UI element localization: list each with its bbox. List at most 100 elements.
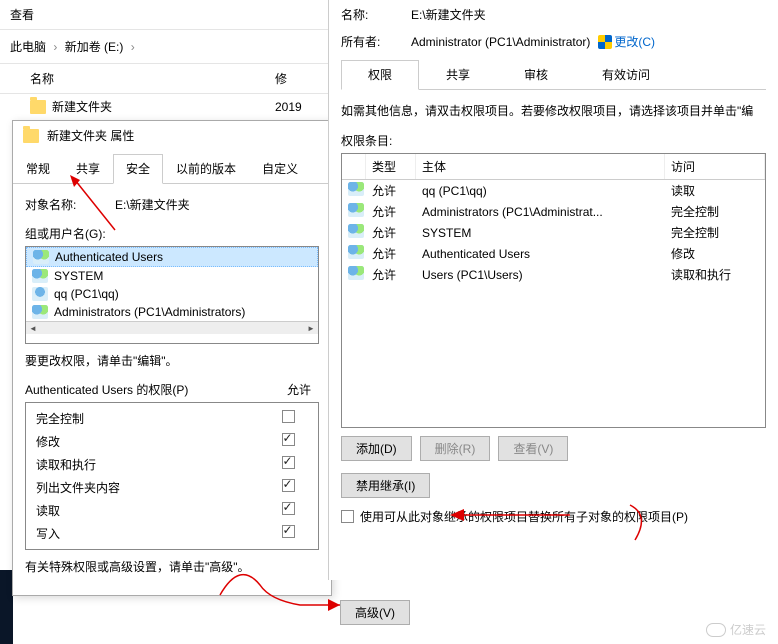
entry-access: 读取和执行 <box>665 264 765 285</box>
disable-inheritance-button[interactable]: 禁用继承(I) <box>341 473 430 498</box>
entry-type: 允许 <box>366 243 416 264</box>
col-access[interactable]: 访问 <box>665 154 765 179</box>
permission-name: 列出文件夹内容 <box>36 479 268 496</box>
col-principal[interactable]: 主体 <box>416 154 665 179</box>
permission-name: 写入 <box>36 525 268 542</box>
instruction-text: 如需其他信息，请双击权限项目。若要修改权限项目，请选择该项目并单击"编 <box>341 102 766 120</box>
permission-allow-cell <box>268 433 308 450</box>
breadcrumb[interactable]: 此电脑 › 新加卷 (E:) › <box>0 29 335 63</box>
table-row[interactable]: 允许Administrators (PC1\Administrat...完全控制 <box>342 201 765 222</box>
horizontal-scrollbar[interactable]: ◄► <box>26 321 318 334</box>
tab-previous[interactable]: 以前的版本 <box>163 154 249 183</box>
permission-entries-table[interactable]: 类型 主体 访问 允许qq (PC1\qq)读取允许Administrators… <box>341 153 766 428</box>
scroll-right-icon[interactable]: ► <box>304 324 318 333</box>
checkbox-icon <box>282 502 295 515</box>
permission-allow-cell <box>268 502 308 519</box>
col-type[interactable]: 类型 <box>366 154 416 179</box>
table-row[interactable]: 允许Authenticated Users修改 <box>342 243 765 264</box>
explorer-window: 查看 此电脑 › 新加卷 (E:) › 名称 修 新建文件夹 2019 <box>0 0 335 119</box>
properties-dialog: 新建文件夹 属性 常规 共享 安全 以前的版本 自定义 对象名称: E:\新建文… <box>12 120 332 596</box>
user-list-item[interactable]: SYSTEM <box>26 267 318 285</box>
advanced-tabs: 权限 共享 审核 有效访问 <box>341 60 766 90</box>
permissions-header-name: Authenticated Users 的权限(P) <box>25 381 279 398</box>
permission-allow-cell <box>268 479 308 496</box>
scroll-left-icon[interactable]: ◄ <box>26 324 40 333</box>
view-button[interactable]: 查看(V) <box>498 436 568 461</box>
user-list-item[interactable]: qq (PC1\qq) <box>26 285 318 303</box>
permission-row: 读取和执行 <box>36 453 308 476</box>
breadcrumb-root[interactable]: 此电脑 <box>10 40 46 54</box>
tab-audit[interactable]: 审核 <box>497 60 575 89</box>
entry-principal: Users (PC1\Users) <box>416 266 665 284</box>
group-icon <box>32 305 48 319</box>
advanced-button[interactable]: 高级(V) <box>340 600 410 625</box>
tab-permissions[interactable]: 权限 <box>341 60 419 90</box>
tab-custom[interactable]: 自定义 <box>249 154 311 183</box>
permissions-header-allow: 允许 <box>279 381 319 398</box>
object-name-value: E:\新建文件夹 <box>115 196 190 213</box>
user-icon <box>32 287 48 301</box>
permission-allow-cell <box>268 410 308 427</box>
column-name[interactable]: 名称 <box>0 70 275 87</box>
folder-date: 2019 <box>275 100 325 114</box>
entry-principal: Administrators (PC1\Administrat... <box>416 203 665 221</box>
group-icon <box>348 203 364 217</box>
replace-checkbox[interactable] <box>341 510 354 523</box>
entry-access: 修改 <box>665 243 765 264</box>
tab-effective[interactable]: 有效访问 <box>575 60 677 89</box>
group-icon <box>33 250 49 264</box>
folder-name: 新建文件夹 <box>52 98 275 115</box>
entry-type: 允许 <box>366 180 416 201</box>
cloud-icon <box>706 623 726 637</box>
dialog-titlebar[interactable]: 新建文件夹 属性 <box>13 121 331 150</box>
tab-security[interactable]: 安全 <box>113 154 163 184</box>
permission-name: 完全控制 <box>36 410 268 427</box>
folder-icon <box>30 100 46 114</box>
group-icon <box>32 269 48 283</box>
entries-label: 权限条目: <box>341 132 766 149</box>
group-icon <box>348 224 364 238</box>
chevron-right-icon: › <box>131 40 135 54</box>
users-list[interactable]: Authenticated Users SYSTEM qq (PC1\qq) Admi… <box>25 246 319 344</box>
breadcrumb-drive[interactable]: 新加卷 (E:) <box>65 40 124 54</box>
owner-label: 所有者: <box>341 33 411 50</box>
entry-principal: SYSTEM <box>416 224 665 242</box>
tab-share[interactable]: 共享 <box>63 154 113 183</box>
security-tab-content: 对象名称: E:\新建文件夹 组或用户名(G): Authenticated U… <box>13 184 331 595</box>
checkbox-icon <box>282 479 295 492</box>
advanced-security-window: 名称: E:\新建文件夹 所有者: Administrator (PC1\Adm… <box>328 0 778 580</box>
entry-access: 完全控制 <box>665 201 765 222</box>
folder-icon <box>23 129 39 143</box>
entry-type: 允许 <box>366 201 416 222</box>
table-row[interactable]: 允许qq (PC1\qq)读取 <box>342 180 765 201</box>
remove-button[interactable]: 删除(R) <box>420 436 491 461</box>
checkbox-icon <box>282 433 295 446</box>
replace-label: 使用可从此对象继承的权限项目替换所有子对象的权限项目(P) <box>360 508 688 525</box>
tab-share[interactable]: 共享 <box>419 60 497 89</box>
group-icon <box>348 266 364 280</box>
advanced-hint: 有关特殊权限或高级设置，请单击"高级"。 <box>25 558 319 575</box>
user-label: Authenticated Users <box>55 250 163 264</box>
permission-row: 完全控制 <box>36 407 308 430</box>
owner-value: Administrator (PC1\Administrator) <box>411 35 590 49</box>
table-row[interactable]: 允许Users (PC1\Users)读取和执行 <box>342 264 765 285</box>
permission-allow-cell <box>268 525 308 542</box>
user-label: qq (PC1\qq) <box>54 287 119 301</box>
permissions-list: 完全控制修改读取和执行列出文件夹内容读取写入 <box>25 402 319 550</box>
name-label: 名称: <box>341 6 411 23</box>
explorer-tab[interactable]: 查看 <box>0 0 335 29</box>
permission-name: 读取 <box>36 502 268 519</box>
tab-general[interactable]: 常规 <box>13 154 63 183</box>
permission-row: 列出文件夹内容 <box>36 476 308 499</box>
folder-item[interactable]: 新建文件夹 2019 <box>0 94 335 119</box>
column-date[interactable]: 修 <box>275 70 335 87</box>
entry-principal: qq (PC1\qq) <box>416 182 665 200</box>
entry-access: 读取 <box>665 180 765 201</box>
checkbox-icon <box>282 456 295 469</box>
add-button[interactable]: 添加(D) <box>341 436 412 461</box>
user-list-item[interactable]: Administrators (PC1\Administrators) <box>26 303 318 321</box>
name-value: E:\新建文件夹 <box>411 6 486 23</box>
change-owner-link[interactable]: 更改(C) <box>614 33 655 50</box>
table-row[interactable]: 允许SYSTEM完全控制 <box>342 222 765 243</box>
user-list-item[interactable]: Authenticated Users <box>26 247 318 267</box>
